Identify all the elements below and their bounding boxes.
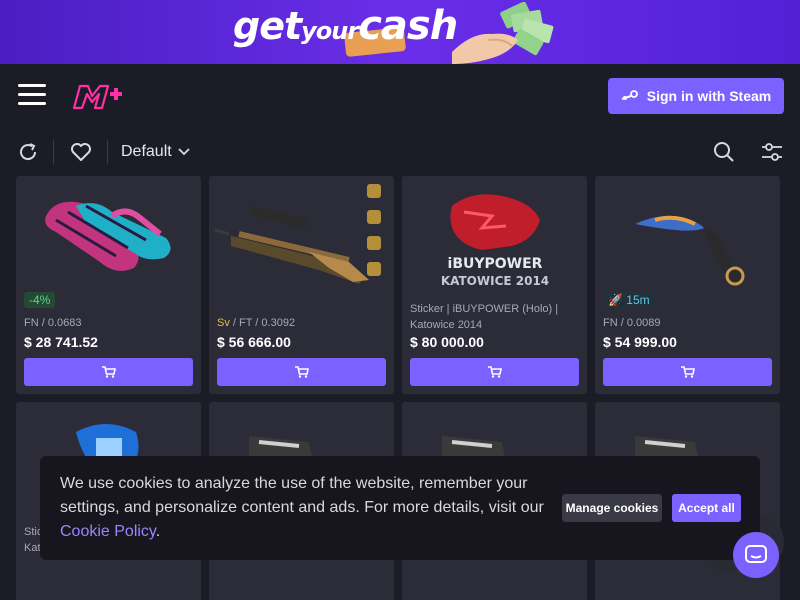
sticker-ibp-text: iBUYPOWER: [448, 256, 543, 272]
toolbar-divider: [107, 140, 108, 164]
sticker-thumb: [367, 262, 381, 276]
site-header: Sign in with Steam: [0, 64, 800, 126]
steam-icon: [621, 90, 638, 100]
karambit-knife-image: [635, 215, 745, 286]
item-price: $ 54 999.00: [603, 334, 677, 350]
banner-headline: getyourcash: [233, 3, 458, 49]
money-hand-icon: [452, 2, 554, 64]
chat-widget-icon[interactable]: [733, 532, 779, 578]
item-price: $ 80 000.00: [410, 334, 484, 350]
add-to-cart-button[interactable]: [217, 358, 386, 386]
item-card[interactable]: -4% FN / 0.0683 $ 28 741.52: [16, 176, 201, 394]
shopping-cart-icon: [487, 366, 502, 378]
shopping-cart-icon: [680, 366, 695, 378]
item-wear-float: FN / 0.0683: [24, 317, 82, 329]
sort-dropdown[interactable]: Default: [121, 142, 190, 162]
add-to-cart-button[interactable]: [410, 358, 579, 386]
accept-all-cookies-button[interactable]: Accept all: [672, 494, 741, 522]
sign-in-steam-button[interactable]: Sign in with Steam: [608, 78, 784, 114]
sticker-thumb: [367, 184, 381, 198]
item-card[interactable]: 🚀 15m FN / 0.0089 $ 54 999.00: [595, 176, 780, 394]
cookie-consent-banner: We use cookies to analyze the use of the…: [40, 456, 760, 560]
ibuypower-sticker-image: iBUYPOWER KATOWICE 2014: [441, 194, 549, 288]
item-card[interactable]: Sv / FT / 0.3092 $ 56 666.00: [209, 176, 394, 394]
add-to-cart-button[interactable]: [603, 358, 772, 386]
item-price: $ 56 666.00: [217, 334, 291, 350]
refresh-icon[interactable]: [16, 140, 40, 164]
cookie-message: We use cookies to analyze the use of the…: [60, 475, 544, 540]
item-name: Sticker | iBUYPOWER (Holo) | Katowice 20…: [410, 303, 559, 331]
promo-banner[interactable]: getyourcash: [0, 0, 800, 64]
sticker-thumb: [367, 236, 381, 250]
market-logo-icon[interactable]: [72, 82, 124, 110]
fast-delivery-badge: 🚀 15m: [603, 292, 655, 308]
item-wear-float: FN / 0.0089: [603, 317, 661, 329]
filter-sliders-icon[interactable]: [760, 140, 784, 164]
toolbar-divider: [53, 140, 54, 164]
souvenir-tag: Sv: [217, 317, 230, 329]
item-wear-float: Sv / FT / 0.3092: [217, 317, 296, 329]
add-to-cart-button[interactable]: [24, 358, 193, 386]
rocket-icon: 🚀: [608, 293, 623, 307]
manage-cookies-button[interactable]: Manage cookies: [562, 494, 662, 522]
hamburger-menu-icon[interactable]: [18, 84, 46, 106]
search-icon[interactable]: [712, 140, 736, 164]
sticker-kat-text: KATOWICE 2014: [441, 274, 549, 288]
sticker-thumb: [367, 210, 381, 224]
item-price: $ 28 741.52: [24, 334, 98, 350]
chat-bubble-icon: [745, 545, 767, 563]
item-card[interactable]: iBUYPOWER KATOWICE 2014 Sticker | iBUYPO…: [402, 176, 587, 394]
shopping-cart-icon: [294, 366, 309, 378]
sign-in-label: Sign in with Steam: [646, 88, 772, 104]
cookie-policy-link[interactable]: Cookie Policy: [60, 523, 156, 540]
shopping-cart-icon: [101, 366, 116, 378]
applied-stickers: [367, 184, 387, 288]
chevron-down-icon: [178, 148, 190, 156]
heart-icon[interactable]: [69, 140, 93, 164]
sport-gloves-image: [45, 201, 171, 271]
listing-toolbar: Default: [0, 130, 800, 174]
sort-label: Default: [121, 143, 172, 160]
discount-badge: -4%: [24, 292, 56, 308]
